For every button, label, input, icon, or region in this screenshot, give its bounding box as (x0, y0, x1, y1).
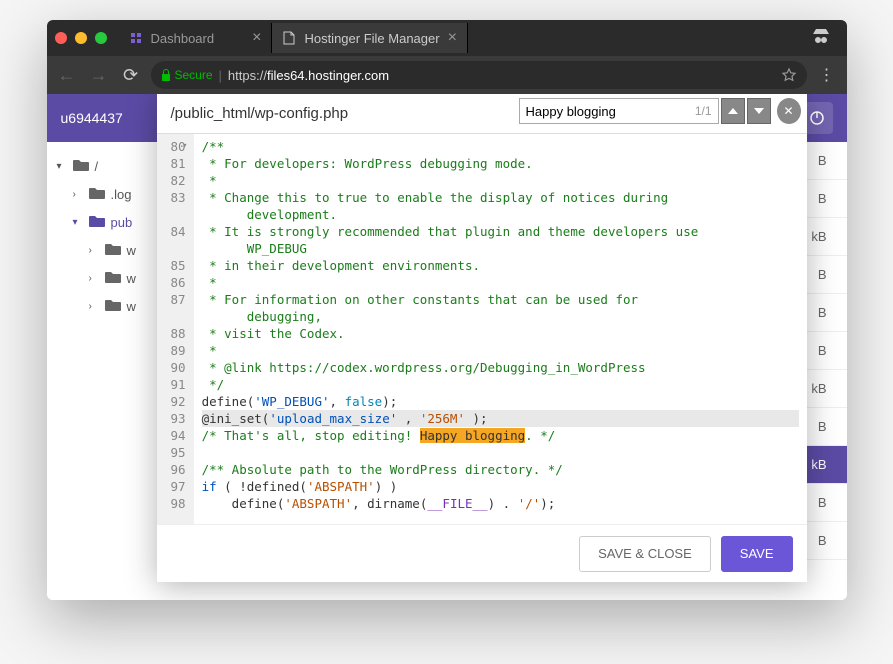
tree-item-label: w (127, 243, 136, 258)
tree-item-label: .log (111, 187, 132, 202)
tree-caret-icon: › (89, 301, 99, 312)
browser-toolbar: ← → ⟳ Secure | https://files64.hostinger… (47, 56, 847, 94)
file-size: B (818, 495, 827, 510)
search-value: Happy blogging (526, 104, 695, 119)
code-content[interactable]: /** * For developers: WordPress debuggin… (194, 134, 807, 524)
file-size: kB (811, 229, 826, 244)
address-bar[interactable]: Secure | https://files64.hostinger.com (151, 61, 807, 89)
file-size: B (818, 153, 827, 168)
browser-tab-bar: Dashboard × Hostinger File Manager × (47, 20, 847, 56)
minimize-window-button[interactable] (75, 32, 87, 44)
save-and-close-button[interactable]: SAVE & CLOSE (579, 536, 711, 572)
editor-modal: /public_html/wp-config.php Happy bloggin… (157, 94, 807, 582)
file-size: kB (811, 381, 826, 396)
file-favicon (282, 31, 296, 45)
file-size: B (818, 191, 827, 206)
tree-caret-icon: › (89, 273, 99, 284)
tab-label: Dashboard (151, 31, 215, 46)
file-size: B (818, 267, 827, 282)
maximize-window-button[interactable] (95, 32, 107, 44)
page-body: u6944437 ▾ / › .log ▾ pub › w › w › w B BkB B B BkB BkB B… (47, 94, 847, 600)
tree-item-label: / (95, 159, 99, 174)
bookmark-star-icon[interactable] (781, 67, 797, 83)
modal-footer: SAVE & CLOSE SAVE (157, 524, 807, 582)
file-path: /public_html/wp-config.php (171, 105, 349, 122)
code-editor[interactable]: 80818283848586878889909192939495969798 /… (157, 134, 807, 524)
user-id-label: u6944437 (61, 110, 123, 126)
reload-button[interactable]: ⟳ (119, 65, 143, 86)
tree-caret-icon: › (73, 189, 83, 200)
file-size: B (818, 305, 827, 320)
hostinger-favicon (129, 31, 143, 45)
search-next-button[interactable] (747, 98, 771, 124)
incognito-icon (811, 28, 831, 49)
search-prev-button[interactable] (721, 98, 745, 124)
line-number-gutter: 80818283848586878889909192939495969798 (157, 134, 194, 524)
folder-icon (105, 270, 121, 286)
forward-button[interactable]: → (87, 65, 111, 86)
tree-caret-icon: ▾ (57, 161, 67, 172)
browser-tab-dashboard[interactable]: Dashboard × (119, 23, 273, 53)
search-count: 1/1 (695, 104, 712, 118)
chevron-down-icon (754, 108, 764, 114)
tab-label: Hostinger File Manager (304, 31, 439, 46)
folder-icon (105, 242, 121, 258)
browser-window: Dashboard × Hostinger File Manager × ← →… (47, 20, 847, 600)
file-size: B (818, 533, 827, 548)
folder-icon (73, 158, 89, 174)
window-controls (55, 32, 107, 44)
close-tab-icon[interactable]: × (252, 30, 261, 46)
url-separator: | (219, 68, 222, 83)
folder-icon (89, 214, 105, 230)
tree-item-label: w (127, 271, 136, 286)
power-icon (809, 110, 825, 126)
folder-icon (105, 298, 121, 314)
back-button[interactable]: ← (55, 65, 79, 86)
folder-icon (89, 186, 105, 202)
tree-caret-icon: › (89, 245, 99, 256)
browser-tab-file-manager[interactable]: Hostinger File Manager × (272, 23, 467, 53)
tree-item-label: w (127, 299, 136, 314)
save-button[interactable]: SAVE (721, 536, 793, 572)
close-tab-icon[interactable]: × (448, 30, 457, 46)
search-bar: Happy blogging 1/1 ✕ (519, 98, 801, 124)
file-size: B (818, 419, 827, 434)
browser-menu-button[interactable]: ⋮ (815, 65, 839, 85)
chevron-up-icon (728, 108, 738, 114)
tree-item-label: pub (111, 215, 133, 230)
url-text: https://files64.hostinger.com (228, 68, 389, 83)
tree-caret-icon: ▾ (73, 217, 83, 228)
file-size: B (818, 343, 827, 358)
secure-badge: Secure (161, 68, 213, 82)
close-window-button[interactable] (55, 32, 67, 44)
close-icon: ✕ (783, 104, 793, 118)
file-size: kB (811, 457, 826, 472)
search-close-button[interactable]: ✕ (777, 98, 801, 124)
search-input[interactable]: Happy blogging 1/1 (519, 98, 719, 124)
lock-icon (161, 69, 171, 81)
